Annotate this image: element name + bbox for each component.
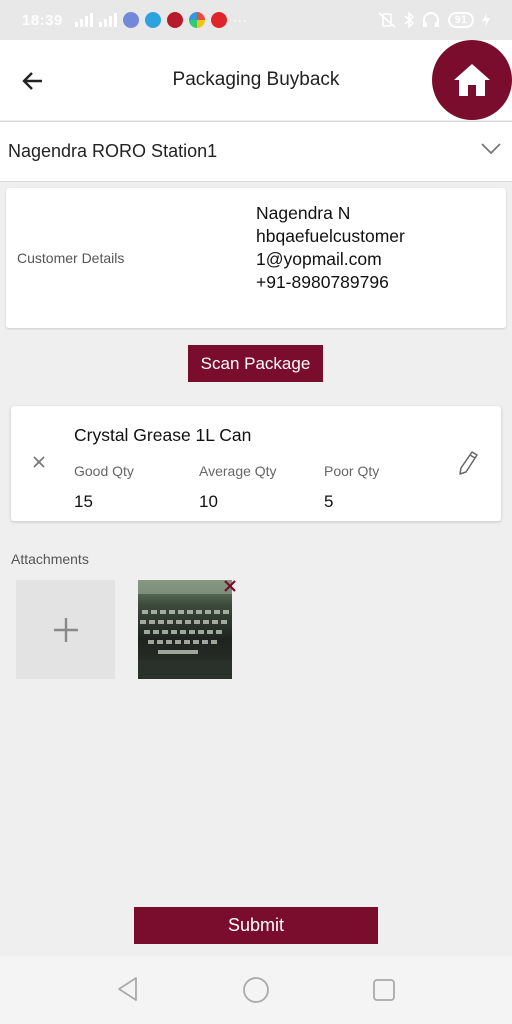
home-icon (454, 64, 490, 96)
good-qty: Good Qty 15 (74, 463, 134, 512)
nav-home-icon[interactable] (242, 976, 270, 1004)
bluetooth-icon (404, 12, 414, 28)
package-name: Crystal Grease 1L Can (74, 425, 252, 445)
pinwheel-icon (188, 12, 205, 28)
average-qty-label: Average Qty (199, 463, 277, 479)
station-dropdown[interactable]: Nagendra RORO Station1 (0, 121, 512, 182)
back-button[interactable] (18, 66, 48, 96)
close-icon[interactable] (223, 579, 237, 593)
plus-icon (53, 617, 78, 642)
poor-qty-label: Poor Qty (324, 463, 380, 479)
average-qty-value: 10 (199, 492, 218, 511)
customer-details-card: Customer Details Nagendra N hbqaefuelcus… (6, 188, 506, 328)
pencil-icon[interactable] (457, 450, 479, 476)
home-button[interactable] (432, 40, 512, 120)
submit-button[interactable]: Submit (134, 907, 378, 944)
status-bar: 18:39 ··· 91 (0, 0, 512, 40)
poor-qty: Poor Qty 5 (324, 463, 379, 512)
attachment-thumbnail[interactable] (138, 580, 232, 679)
keyboard-photo-image (138, 580, 232, 679)
average-qty: Average Qty 10 (199, 463, 277, 512)
attachments-label: Attachments (11, 551, 89, 567)
system-icons: 91 (378, 12, 490, 28)
signal-icon (98, 13, 117, 27)
vibrate-icon (378, 12, 396, 28)
chevron-down-icon (481, 143, 501, 155)
good-qty-label: Good Qty (74, 463, 134, 479)
station-value: Nagendra RORO Station1 (8, 141, 218, 161)
customer-name: Nagendra N (256, 203, 351, 223)
nav-recents-icon[interactable] (372, 978, 396, 1002)
poor-qty-value: 5 (324, 492, 334, 511)
headset-icon (422, 12, 439, 27)
close-icon[interactable] (31, 454, 47, 470)
notification-icons: ··· (74, 12, 247, 28)
arrow-left-icon (22, 72, 42, 90)
opera-icon (210, 12, 227, 28)
customer-phone: +91-8980789796 (256, 272, 389, 292)
discord-icon (122, 12, 139, 28)
status-time: 18:39 (22, 11, 63, 29)
more-icon: ··· (232, 12, 247, 28)
app-icon (166, 12, 183, 28)
battery-icon: 91 (447, 12, 474, 28)
customer-info: Nagendra N hbqaefuelcustomer1@yopmail.co… (256, 202, 406, 294)
signal-icon (74, 13, 93, 27)
customer-details-label: Customer Details (17, 250, 125, 266)
charging-icon (482, 13, 490, 27)
telegram-icon (144, 12, 161, 28)
good-qty-value: 15 (74, 492, 93, 511)
add-attachment-button[interactable] (16, 580, 115, 679)
scan-package-button[interactable]: Scan Package (188, 345, 323, 382)
customer-email: hbqaefuelcustomer1@yopmail.com (256, 226, 405, 269)
page-title: Packaging Buyback (172, 69, 340, 90)
system-nav-bar (0, 956, 512, 1024)
nav-back-icon[interactable] (116, 976, 140, 1002)
app-header: Packaging Buyback (0, 40, 512, 120)
package-card: Crystal Grease 1L Can Good Qty 15 Averag… (11, 406, 501, 521)
